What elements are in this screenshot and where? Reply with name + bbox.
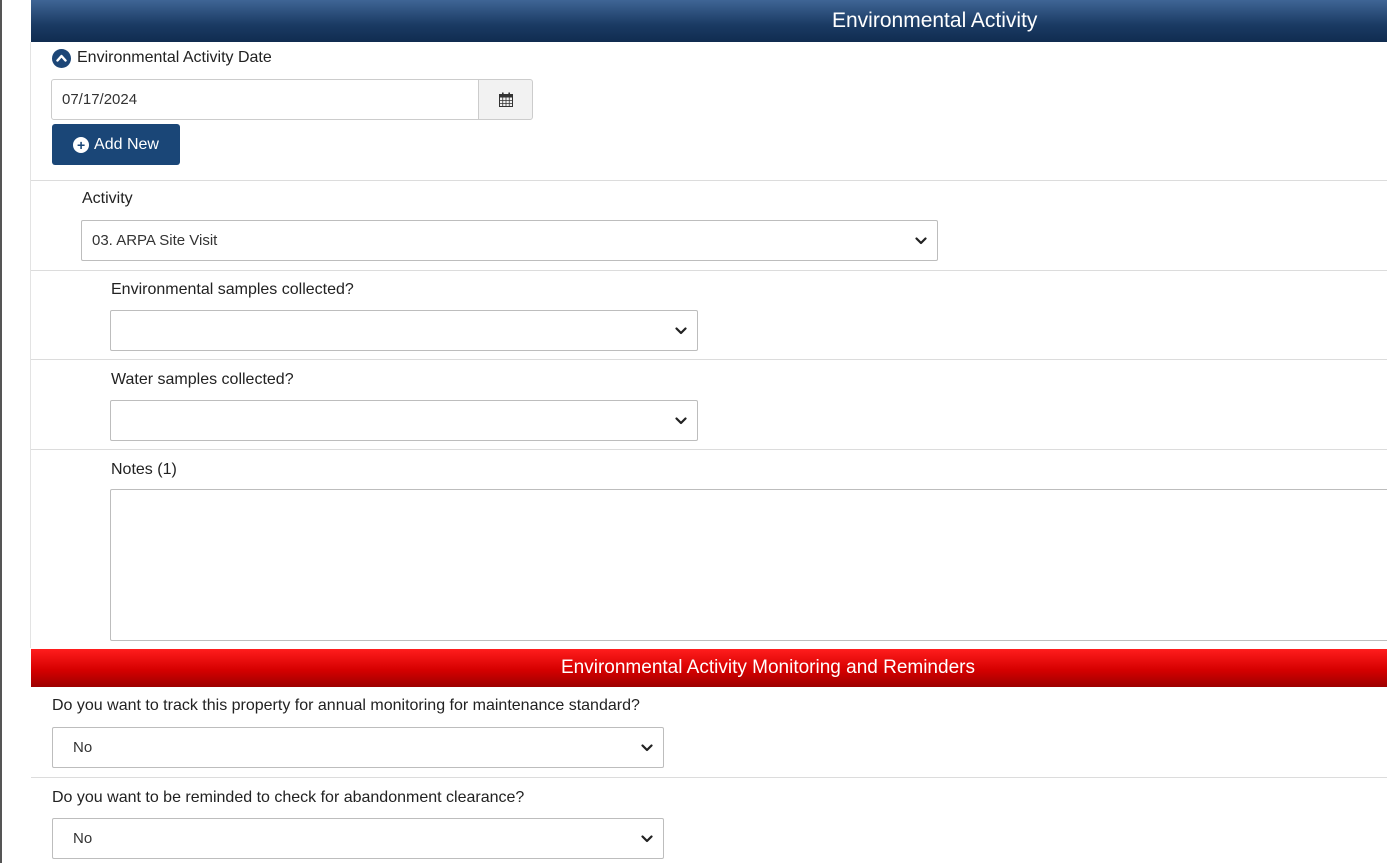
abandonment-reminder-selected-value: No [73,830,93,847]
water-samples-label: Water samples collected? [111,371,294,388]
abandonment-reminder-question: Do you want to be reminded to check for … [52,789,525,806]
page-left-border [0,0,2,863]
annual-monitoring-select[interactable]: No [52,727,664,768]
calendar-button[interactable] [478,79,533,120]
section-header-environmental-activity: Environmental Activity [31,0,1387,42]
activity-select[interactable]: 03. ARPA Site Visit [81,220,938,261]
divider [31,270,1387,271]
notes-textarea[interactable] [110,489,1387,641]
add-new-button[interactable]: + Add New [52,124,180,165]
plus-circle-icon: + [73,136,90,153]
notes-label: Notes (1) [111,461,177,478]
chevron-down-icon [641,834,653,842]
section-left-border [30,42,31,648]
date-field-label-row[interactable]: Environmental Activity Date [52,47,272,69]
annual-monitoring-question: Do you want to track this property for a… [52,697,640,714]
chevron-down-icon [915,236,927,244]
chevron-down-icon [675,326,687,334]
date-field-label: Environmental Activity Date [77,49,272,66]
section-header-title: Environmental Activity [832,9,1038,32]
divider [31,777,1387,778]
activity-date-input[interactable] [51,79,479,120]
divider [31,180,1387,181]
calendar-icon [498,92,513,107]
add-new-label: Add New [94,135,159,153]
chevron-down-icon [675,416,687,424]
chevron-down-icon [641,743,653,751]
abandonment-reminder-select[interactable]: No [52,818,664,859]
divider [31,359,1387,360]
activity-selected-value: 03. ARPA Site Visit [92,232,218,249]
activity-label: Activity [82,190,133,207]
environmental-samples-select[interactable] [110,310,698,351]
monitoring-header-title: Environmental Activity Monitoring and Re… [561,657,975,678]
divider [31,449,1387,450]
environmental-samples-label: Environmental samples collected? [111,281,354,298]
chevron-up-circle-icon[interactable] [52,48,71,68]
water-samples-select[interactable] [110,400,698,441]
section-header-monitoring-reminders: Environmental Activity Monitoring and Re… [31,649,1387,687]
annual-monitoring-selected-value: No [73,739,93,756]
